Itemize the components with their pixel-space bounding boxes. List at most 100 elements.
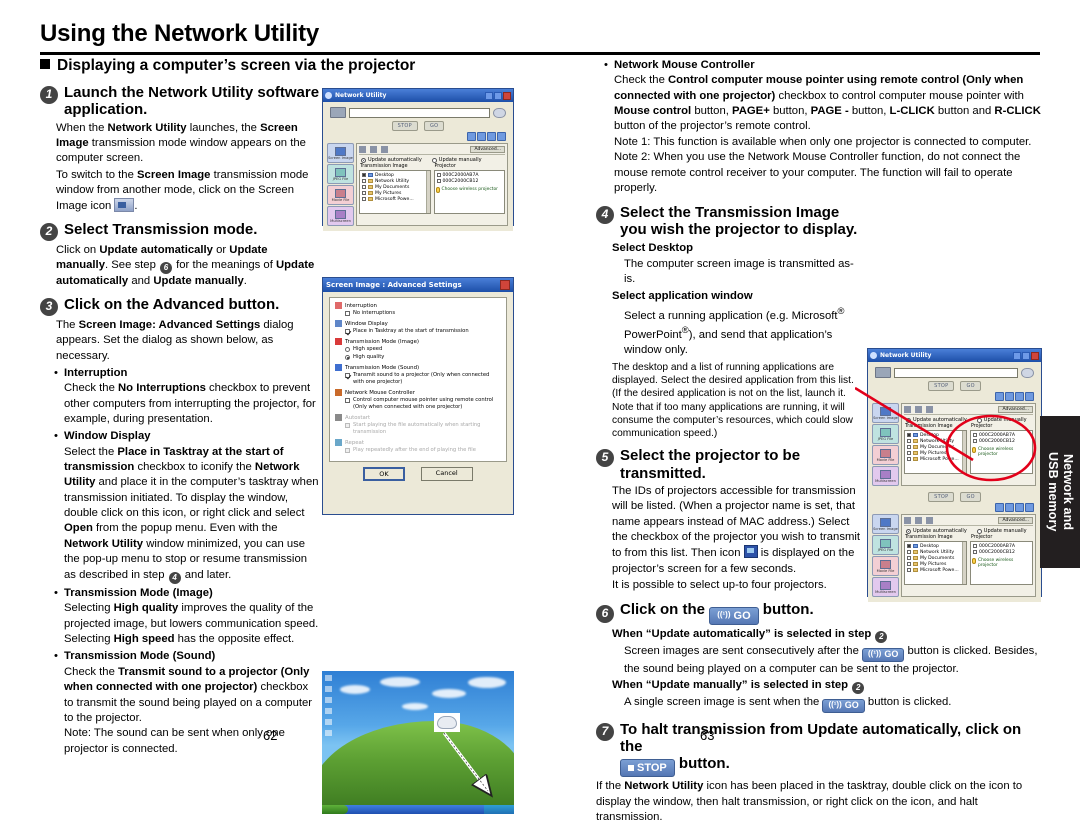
sound-icon[interactable] bbox=[926, 517, 933, 524]
projector-listbox[interactable]: 000C2000AB7A 000C2000CB12 Choose wireles… bbox=[433, 170, 505, 214]
bullet-network-mouse-controller: Network Mouse Controller bbox=[604, 58, 1044, 74]
scrollbar[interactable] bbox=[962, 542, 966, 584]
inline-step-ref-2: 2 bbox=[852, 682, 865, 695]
advanced-button[interactable]: Advanced... bbox=[470, 146, 505, 153]
checkbox-icon[interactable] bbox=[362, 197, 366, 201]
step-4-sub2-text: Select a running application (e.g. Micro… bbox=[624, 305, 845, 357]
step-3-title: Click on the Advanced button. bbox=[64, 295, 280, 313]
image-mode-icon[interactable] bbox=[359, 146, 366, 153]
list-item[interactable]: Microsoft Powe... bbox=[906, 567, 965, 573]
checkbox-place-in-tasktray[interactable]: Place in Tasktray at the start of transm… bbox=[345, 328, 501, 335]
image-mode-icon[interactable] bbox=[904, 517, 911, 524]
settings-icon[interactable] bbox=[1005, 503, 1014, 512]
radio-update-manually[interactable]: Update manually bbox=[431, 157, 482, 163]
checkbox-icon[interactable] bbox=[907, 562, 911, 566]
settings-icon[interactable] bbox=[477, 132, 486, 141]
sound-icon[interactable] bbox=[381, 146, 388, 153]
checkbox-icon[interactable] bbox=[345, 310, 350, 316]
radio-high-speed[interactable]: High speed bbox=[345, 346, 501, 353]
radio-update-automatically[interactable]: Update automatically bbox=[906, 528, 967, 534]
checkbox-icon[interactable] bbox=[362, 179, 366, 183]
info-icon[interactable] bbox=[467, 132, 476, 141]
projector-listbox[interactable]: 000C2000AB7A 000C2000CB12 Choose wireles… bbox=[970, 541, 1033, 585]
advanced-button[interactable]: Advanced... bbox=[998, 517, 1033, 524]
radio-icon bbox=[361, 157, 366, 163]
step-5-paragraph: The IDs of projectors accessible for tra… bbox=[612, 484, 861, 575]
checkbox-no-interruptions[interactable]: No interruptions bbox=[345, 310, 501, 317]
checkbox-icon[interactable] bbox=[345, 372, 350, 378]
system-tray[interactable] bbox=[484, 805, 514, 814]
app-icon bbox=[368, 179, 373, 183]
bullet-transmission-mode-sound-note: Note: The sound can be sent when only on… bbox=[64, 727, 285, 755]
go-button[interactable]: ((¹)) GO bbox=[862, 647, 905, 662]
checkbox-icon[interactable] bbox=[907, 550, 911, 554]
info-icon[interactable] bbox=[995, 503, 1004, 512]
window-display-icon bbox=[335, 320, 342, 328]
ok-button[interactable]: OK bbox=[363, 467, 405, 482]
checkbox-icon[interactable] bbox=[907, 544, 911, 548]
list-item[interactable]: Microsoft Powe... bbox=[361, 196, 429, 202]
sidebar-item-multiscreen[interactable]: Multiscreen bbox=[327, 206, 354, 226]
taskbar[interactable] bbox=[322, 805, 514, 814]
checkbox-icon[interactable] bbox=[362, 191, 366, 195]
checkbox-icon[interactable] bbox=[362, 173, 366, 177]
close-icon[interactable] bbox=[500, 280, 510, 290]
expand-icon[interactable] bbox=[497, 132, 506, 141]
nu-text-field[interactable] bbox=[349, 107, 490, 118]
checkbox-icon[interactable] bbox=[907, 568, 911, 572]
checkbox-icon[interactable] bbox=[973, 550, 977, 554]
checkbox-icon[interactable] bbox=[345, 328, 350, 334]
go-button[interactable]: ((¹)) GO bbox=[822, 698, 865, 713]
sidebar-item-movie-file[interactable]: Movie File bbox=[327, 185, 354, 205]
sidebar-item-screen-image[interactable]: Screen Image bbox=[327, 143, 354, 163]
sidebar-item-screen-image[interactable]: Screen Image bbox=[872, 514, 899, 534]
checkbox-icon[interactable] bbox=[973, 544, 977, 548]
cancel-button[interactable]: Cancel bbox=[420, 467, 473, 482]
checkbox-control-mouse-pointer[interactable]: Control computer mouse pointer using rem… bbox=[345, 397, 501, 411]
sidebar-item-multiscreen[interactable]: Multiscreen bbox=[872, 577, 899, 597]
scrollbar[interactable] bbox=[425, 171, 430, 213]
list-item[interactable]: 000C2000CB12 bbox=[972, 549, 1031, 555]
figure-projector-selection-annotated: Network Utility STOP GO Screen Image JPE… bbox=[855, 348, 1050, 494]
go-button[interactable]: GO bbox=[423, 121, 445, 131]
checkbox-icon[interactable] bbox=[345, 397, 350, 403]
help-icon[interactable] bbox=[487, 132, 496, 141]
transmission-listbox[interactable]: Desktop Network Utility My Documents My … bbox=[904, 541, 967, 585]
checkbox-icon[interactable] bbox=[362, 185, 366, 189]
sidebar-item-jpeg-file[interactable]: JPEG File bbox=[327, 164, 354, 184]
expand-icon[interactable] bbox=[1025, 503, 1034, 512]
camera-icon[interactable] bbox=[370, 146, 377, 153]
maximize-icon[interactable] bbox=[494, 91, 502, 100]
radio-update-manually[interactable]: Update manually bbox=[976, 528, 1027, 534]
checkbox-icon[interactable] bbox=[907, 556, 911, 560]
close-icon[interactable] bbox=[503, 91, 511, 100]
radio-icon[interactable] bbox=[345, 354, 350, 360]
step-4-title: Select the Transmission Image you wish t… bbox=[620, 204, 858, 239]
checkbox-icon[interactable] bbox=[436, 173, 441, 177]
window-controls[interactable] bbox=[485, 91, 511, 100]
antenna-icon: ((¹)) bbox=[717, 610, 731, 620]
go-button[interactable]: ((¹)) GO bbox=[709, 606, 759, 625]
sidebar-item-movie-file[interactable]: Movie File bbox=[872, 556, 899, 576]
group-window-display: Window Display Place in Tasktray at the … bbox=[335, 320, 501, 335]
stop-button[interactable]: STOP bbox=[620, 759, 675, 778]
checkbox-icon[interactable] bbox=[436, 179, 441, 183]
sidebar-item-jpeg-file[interactable]: JPEG File bbox=[872, 535, 899, 555]
transmission-listbox[interactable]: Desktop Network Utility My Documents My … bbox=[359, 170, 431, 214]
step-7-heading: 7 To halt transmission from Update autom… bbox=[596, 721, 1044, 778]
radio-update-automatically[interactable]: Update automatically bbox=[361, 157, 422, 163]
checkbox-transmit-sound[interactable]: Transmit sound to a projector (Only when… bbox=[345, 372, 501, 386]
help-icon[interactable] bbox=[1015, 503, 1024, 512]
step-6-manual-title: When “Update manually” is selected in st… bbox=[612, 678, 1044, 695]
camera-icon[interactable] bbox=[915, 517, 922, 524]
step-6-auto-title: When “Update automatically” is selected … bbox=[612, 627, 1044, 644]
checkbox-icon bbox=[345, 422, 350, 428]
radio-high-quality[interactable]: High quality bbox=[345, 354, 501, 361]
section-heading: Displaying a computer’s screen via the p… bbox=[40, 57, 415, 75]
callout-arrow-icon bbox=[442, 732, 514, 814]
start-button[interactable] bbox=[322, 805, 348, 814]
radio-icon[interactable] bbox=[345, 346, 350, 352]
minimize-icon[interactable] bbox=[485, 91, 493, 100]
stop-button[interactable]: STOP bbox=[391, 121, 418, 131]
list-item[interactable]: 000C2000CB12 bbox=[436, 178, 504, 184]
